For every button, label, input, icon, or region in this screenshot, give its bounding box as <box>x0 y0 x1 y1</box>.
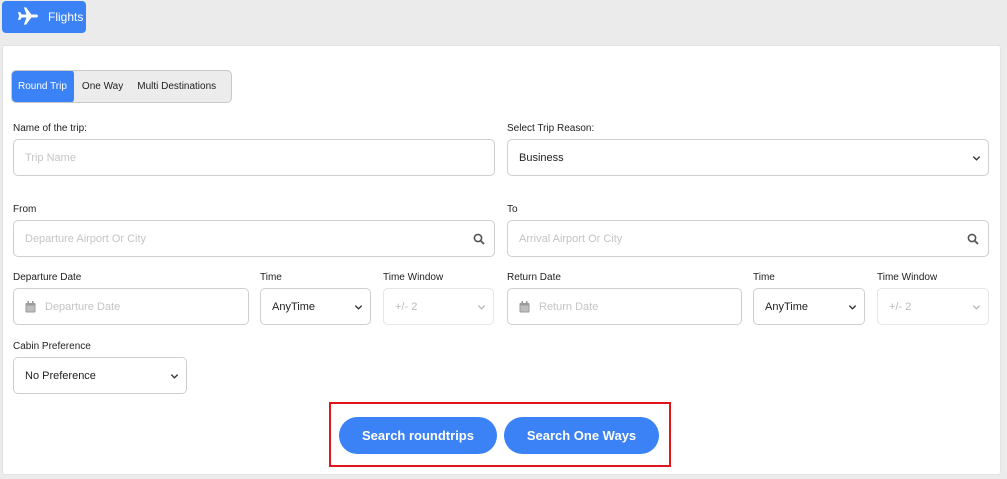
search-roundtrips-button[interactable]: Search roundtrips <box>339 417 497 454</box>
to-label: To <box>507 204 518 215</box>
airplane-icon <box>17 6 48 28</box>
return-date-placeholder: Return Date <box>539 300 599 313</box>
to-input[interactable]: Arrival Airport Or City <box>507 220 989 257</box>
from-input[interactable]: Departure Airport Or City <box>13 220 495 257</box>
search-one-ways-button[interactable]: Search One Ways <box>504 417 659 454</box>
departure-window-select[interactable]: +/- 2 <box>383 288 494 325</box>
flights-tab[interactable]: Flights <box>2 1 86 33</box>
cabin-preference-label: Cabin Preference <box>13 341 91 352</box>
flights-tab-label: Flights <box>48 10 84 24</box>
trip-type-multi-destinations[interactable]: Multi Destinations <box>130 71 222 102</box>
return-window-label: Time Window <box>877 272 938 283</box>
chevron-down-icon <box>170 371 179 380</box>
trip-reason-value: Business <box>519 151 564 164</box>
departure-date-label: Departure Date <box>13 272 82 283</box>
return-window-select[interactable]: +/- 2 <box>877 288 989 325</box>
calendar-icon <box>25 300 36 313</box>
departure-time-value: AnyTime <box>272 300 315 313</box>
search-icon[interactable] <box>473 233 485 245</box>
search-icon[interactable] <box>967 233 979 245</box>
chevron-down-icon <box>972 153 981 162</box>
departure-window-value: +/- 2 <box>395 300 418 313</box>
return-time-value: AnyTime <box>765 300 808 313</box>
trip-reason-select[interactable]: Business <box>507 139 989 176</box>
from-placeholder: Departure Airport Or City <box>25 232 147 245</box>
trip-type-selector: Round Trip One Way Multi Destinations <box>11 70 232 103</box>
cabin-preference-value: No Preference <box>25 369 96 382</box>
departure-window-label: Time Window <box>383 272 444 283</box>
chevron-down-icon <box>354 302 363 311</box>
from-label: From <box>13 204 37 215</box>
to-placeholder: Arrival Airport Or City <box>519 232 623 245</box>
trip-type-round-trip[interactable]: Round Trip <box>12 71 74 102</box>
chevron-down-icon <box>477 302 486 311</box>
chevron-down-icon <box>848 302 857 311</box>
return-time-label: Time <box>753 272 775 283</box>
trip-name-input[interactable]: Trip Name <box>13 139 495 176</box>
trip-name-placeholder: Trip Name <box>25 151 76 164</box>
trip-type-one-way[interactable]: One Way <box>74 71 130 102</box>
trip-name-label: Name of the trip: <box>13 123 87 134</box>
departure-date-input[interactable]: Departure Date <box>13 288 249 325</box>
return-date-label: Return Date <box>507 272 561 283</box>
trip-reason-label: Select Trip Reason: <box>507 123 595 134</box>
departure-date-placeholder: Departure Date <box>45 300 121 313</box>
chevron-down-icon <box>972 302 981 311</box>
return-window-value: +/- 2 <box>889 300 912 313</box>
departure-time-label: Time <box>260 272 282 283</box>
calendar-icon <box>519 300 530 313</box>
return-date-input[interactable]: Return Date <box>507 288 742 325</box>
departure-time-select[interactable]: AnyTime <box>260 288 371 325</box>
cabin-preference-select[interactable]: No Preference <box>13 357 187 394</box>
return-time-select[interactable]: AnyTime <box>753 288 865 325</box>
